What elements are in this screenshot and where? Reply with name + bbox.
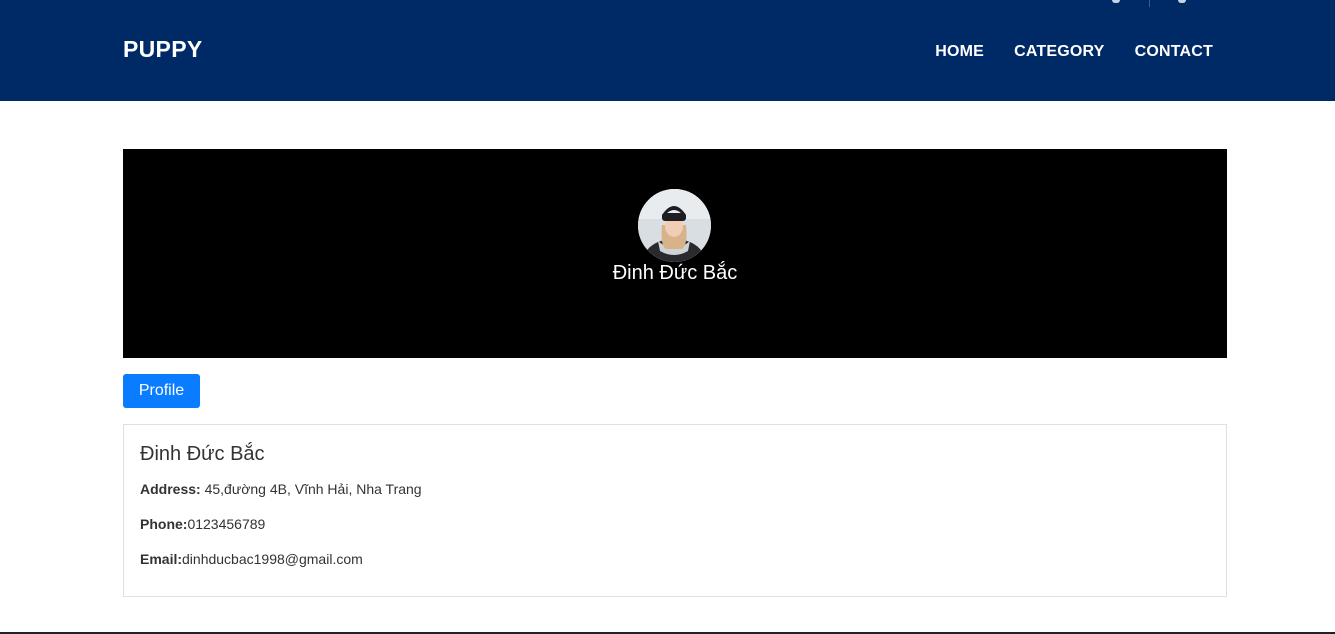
account-icon[interactable] xyxy=(1178,0,1192,6)
nav-category[interactable]: CATEGORY xyxy=(1014,43,1105,61)
address-row: Address: 45,đường 4B, Vĩnh Hải, Nha Tran… xyxy=(140,481,422,497)
address-label: Address: xyxy=(140,481,201,497)
site-header: PUPPY HOME CATEGORY CONTACT xyxy=(0,0,1335,101)
profile-card: Đinh Đức Bắc Address: 45,đường 4B, Vĩnh … xyxy=(123,424,1227,597)
avatar-photo xyxy=(638,189,711,262)
profile-tab-button[interactable]: Profile xyxy=(123,374,200,408)
email-label: Email: xyxy=(140,551,183,567)
email-row: Email:dinhducbac1998@gmail.com xyxy=(140,551,363,567)
nav-home[interactable]: HOME xyxy=(935,43,984,61)
user-icon[interactable] xyxy=(1112,0,1122,6)
avatar xyxy=(638,189,711,262)
profile-name: Đinh Đức Bắc xyxy=(140,443,265,465)
profile-banner: Đinh Đức Bắc xyxy=(123,149,1227,358)
brand-logo[interactable]: PUPPY xyxy=(123,36,202,63)
email-value: dinhducbac1998@gmail.com xyxy=(182,551,363,567)
banner-name: Đinh Đức Bắc xyxy=(612,262,738,284)
main-nav: HOME CATEGORY CONTACT xyxy=(935,43,1213,61)
phone-value: 0123456789 xyxy=(187,516,266,532)
nav-contact[interactable]: CONTACT xyxy=(1135,43,1213,61)
phone-label: Phone: xyxy=(140,516,188,532)
phone-row: Phone:0123456789 xyxy=(140,516,265,532)
top-divider xyxy=(1149,0,1150,7)
address-value: 45,đường 4B, Vĩnh Hải, Nha Trang xyxy=(200,481,422,497)
